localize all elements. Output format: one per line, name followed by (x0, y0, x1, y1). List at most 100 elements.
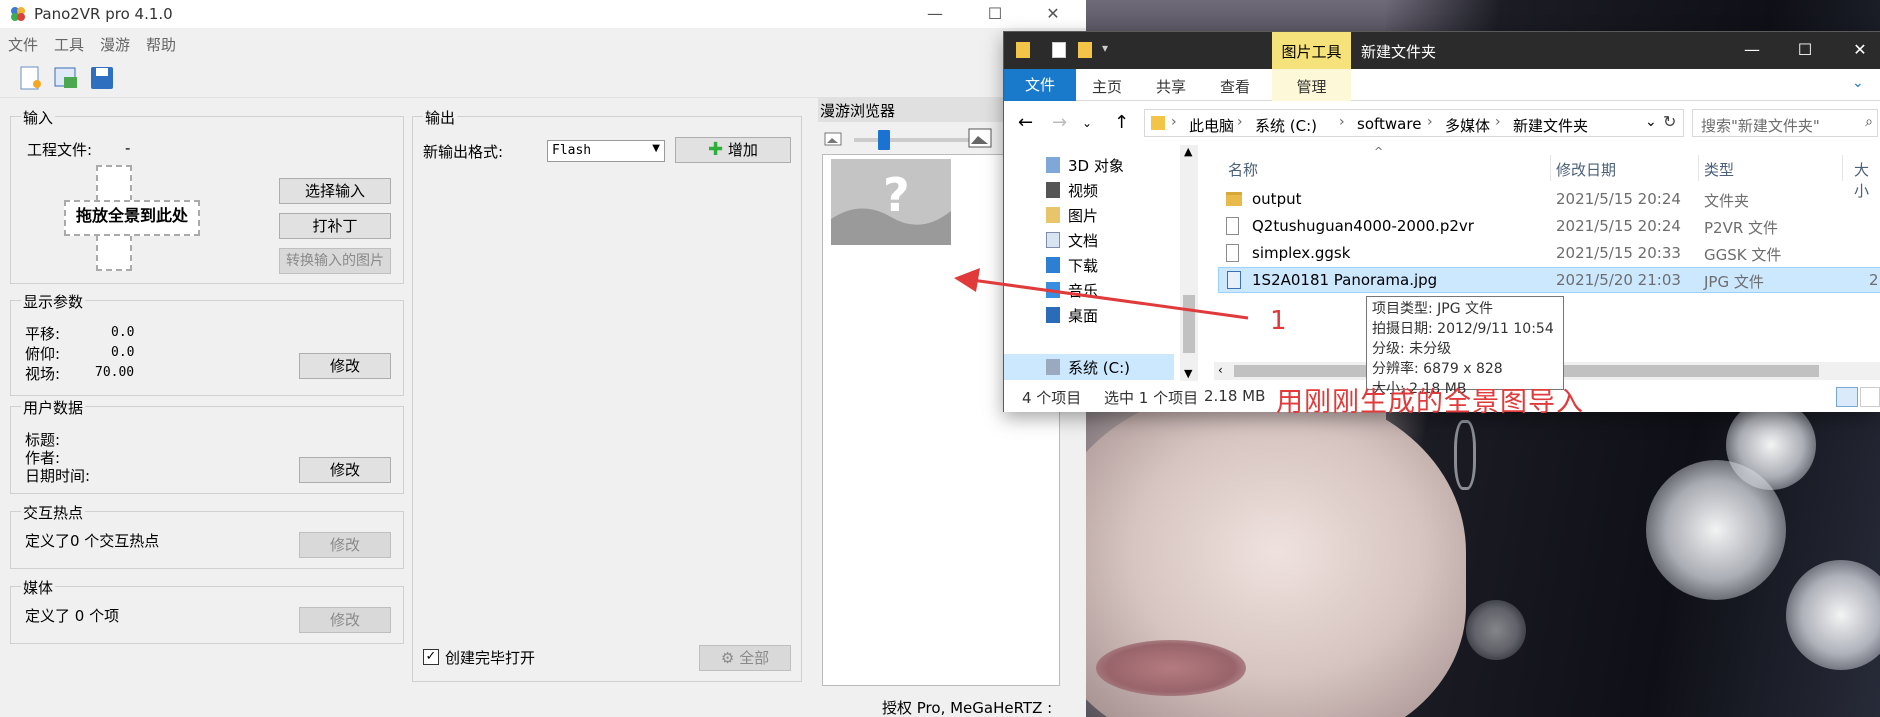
save-icon[interactable] (88, 64, 116, 92)
maximize-button[interactable]: ☐ (972, 2, 1018, 26)
nav-item-desktop[interactable]: 桌面 (1068, 305, 1098, 326)
breadcrumb-multimedia[interactable]: 多媒体 (1445, 115, 1490, 136)
slider-handle[interactable] (878, 130, 890, 150)
address-dropdown-icon[interactable]: ⌄ (1645, 114, 1657, 130)
column-separator[interactable] (1698, 155, 1699, 181)
all-button-label: 全部 (739, 649, 770, 667)
column-separator[interactable] (1842, 155, 1843, 181)
tab-share[interactable]: 共享 (1156, 76, 1186, 97)
tab-manage[interactable]: 管理 (1272, 69, 1351, 101)
nav-item-drive-c[interactable]: 系统 (C:) (1068, 357, 1130, 378)
file-date: 2021/5/15 20:33 (1556, 244, 1681, 262)
address-bar[interactable]: › 此电脑 › 系统 (C:) › software › 多媒体 › 新建文件夹… (1144, 109, 1684, 137)
nav-item-pictures[interactable]: 图片 (1068, 205, 1098, 226)
ribbon-expand-icon[interactable]: ⌄ (1852, 75, 1864, 91)
file-date: 2021/5/15 20:24 (1556, 190, 1681, 208)
menu-tools[interactable]: 工具 (54, 34, 84, 55)
tab-view[interactable]: 查看 (1220, 76, 1250, 97)
file-row[interactable]: Q2tushuguan4000-2000.p2vr 2021/5/15 20:2… (1218, 214, 1880, 240)
properties-icon[interactable] (1052, 42, 1066, 58)
explorer-maximize-button[interactable]: ☐ (1783, 40, 1827, 59)
scroll-down-icon[interactable]: ▼ (1184, 367, 1192, 380)
forward-arrow-icon[interactable]: → (1052, 112, 1067, 133)
file-date: 2021/5/20 21:03 (1556, 271, 1681, 289)
details-view-icon[interactable] (1836, 387, 1858, 407)
breadcrumb-separator: › (1339, 114, 1345, 130)
search-input[interactable]: 搜索"新建文件夹" ⌕ (1692, 109, 1878, 137)
menu-help[interactable]: 帮助 (146, 34, 176, 55)
scroll-left-icon[interactable]: ‹ (1218, 363, 1223, 377)
unknown-panorama-thumbnail-icon[interactable]: ? (831, 159, 951, 245)
svg-text:?: ? (883, 168, 910, 222)
scroll-up-icon[interactable]: ▲ (1184, 145, 1192, 158)
new-project-icon[interactable] (16, 64, 44, 92)
column-separator[interactable] (1550, 155, 1551, 181)
tab-home[interactable]: 主页 (1092, 76, 1122, 97)
nav-item-music[interactable]: 音乐 (1068, 280, 1098, 301)
close-button[interactable]: ✕ (1030, 2, 1076, 26)
nav-scrollbar[interactable]: ▲ ▼ (1180, 145, 1198, 381)
nav-item-documents[interactable]: 文档 (1068, 230, 1098, 251)
modify-hotspots-button[interactable]: 修改 (299, 532, 391, 558)
up-arrow-icon[interactable]: ↑ (1114, 112, 1129, 133)
user-data-title: 用户数据 (21, 397, 86, 418)
nav-item-videos[interactable]: 视频 (1068, 180, 1098, 201)
breadcrumb-drive-c[interactable]: 系统 (C:) (1255, 115, 1317, 136)
select-input-button[interactable]: 选择输入 (279, 178, 391, 204)
open-project-icon[interactable] (52, 64, 80, 92)
column-name[interactable]: 名称 (1228, 159, 1258, 180)
nav-item-downloads[interactable]: 下载 (1068, 255, 1098, 276)
app-logo-icon (11, 7, 25, 21)
all-button[interactable]: ⚙ 全部 (699, 645, 791, 671)
add-output-button[interactable]: ✚ 增加 (675, 137, 791, 163)
file-row[interactable]: output 2021/5/15 20:24 文件夹 (1218, 187, 1880, 213)
tab-file[interactable]: 文件 (1004, 69, 1076, 101)
back-arrow-icon[interactable]: ← (1018, 112, 1033, 133)
minimize-button[interactable]: — (912, 2, 958, 26)
tooltip-rating: 分级: 未分级 (1372, 341, 1452, 357)
new-folder-icon[interactable] (1078, 42, 1092, 58)
explorer-close-button[interactable]: ✕ (1838, 40, 1880, 59)
quick-access-dropdown-icon[interactable]: ▾ (1102, 41, 1108, 55)
modify-user-data-button[interactable]: 修改 (299, 457, 391, 483)
recent-locations-icon[interactable]: ⌄ (1082, 116, 1092, 130)
refresh-icon[interactable]: ↻ (1663, 112, 1676, 131)
thumbnail-size-slider[interactable] (854, 138, 974, 142)
tilt-label: 俯仰: (25, 345, 61, 363)
file-row[interactable]: simplex.ggsk 2021/5/15 20:33 GGSK 文件 (1218, 241, 1880, 267)
large-icons-view-icon[interactable] (1860, 387, 1880, 407)
file-date: 2021/5/15 20:24 (1556, 217, 1681, 235)
explorer-titlebar: ▾ 图片工具 新建文件夹 — ☐ ✕ (1004, 32, 1880, 69)
search-icon[interactable]: ⌕ (1865, 114, 1873, 130)
breadcrumb-new-folder[interactable]: 新建文件夹 (1513, 115, 1588, 136)
file-row-selected[interactable]: 1S2A0181 Panorama.jpg 2021/5/20 21:03 JP… (1218, 267, 1880, 293)
column-type[interactable]: 类型 (1704, 159, 1734, 180)
file-type: GGSK 文件 (1704, 246, 1782, 264)
folder-icon[interactable] (1016, 42, 1030, 58)
breadcrumb-this-pc[interactable]: 此电脑 (1189, 115, 1234, 136)
modify-media-button[interactable]: 修改 (299, 607, 391, 633)
open-after-checkbox[interactable]: ✓ (423, 649, 439, 665)
file-name: simplex.ggsk (1252, 244, 1351, 262)
output-format-select[interactable]: Flash ▼ (547, 140, 665, 162)
picture-tools-label: 图片工具 (1281, 43, 1342, 61)
project-file-value: - (125, 139, 131, 157)
bokeh-light (1726, 400, 1816, 490)
patch-button[interactable]: 打补丁 (279, 213, 391, 239)
menu-tour[interactable]: 漫游 (100, 34, 130, 55)
breadcrumb-separator: › (1427, 114, 1433, 130)
documents-icon (1046, 232, 1060, 248)
bokeh-light (1466, 600, 1526, 660)
breadcrumb-software[interactable]: software (1357, 115, 1421, 133)
annotation-number: 1 (1270, 306, 1287, 336)
wallpaper-lips (1096, 640, 1246, 696)
menu-file[interactable]: 文件 (8, 34, 38, 55)
nav-item-3d-objects[interactable]: 3D 对象 (1068, 155, 1124, 176)
column-date[interactable]: 修改日期 (1556, 159, 1616, 180)
chevron-down-icon: ▼ (652, 143, 660, 154)
convert-input-button[interactable]: 转换输入的图片 (279, 248, 391, 274)
explorer-minimize-button[interactable]: — (1730, 40, 1774, 59)
modify-display-button[interactable]: 修改 (299, 353, 391, 379)
nav-scroll-thumb[interactable] (1183, 295, 1195, 353)
fov-value: 70.00 (95, 365, 135, 380)
